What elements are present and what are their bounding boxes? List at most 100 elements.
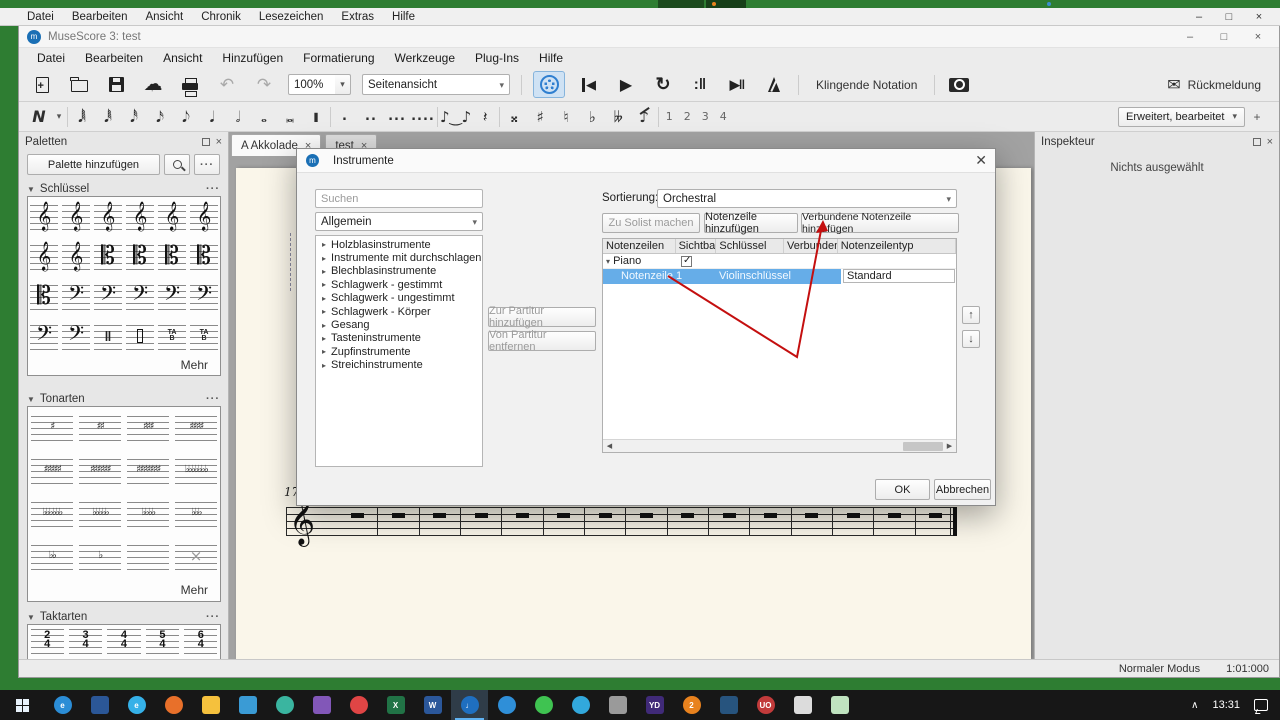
action-center-icon[interactable] (1254, 699, 1268, 711)
note-quarter-icon[interactable]: 𝅘𝅥 (200, 104, 224, 130)
clef-cell-5[interactable]: 𝄞 (156, 197, 188, 237)
category-tasteninstrumente[interactable]: ▸Tasteninstrumente (316, 332, 482, 345)
redo-icon[interactable] (251, 72, 277, 98)
clef-cell-20[interactable]: 𝄢 (60, 317, 92, 357)
category-streichinstrumente[interactable]: ▸Streichinstrumente (316, 359, 482, 372)
add-linked-staff-button[interactable]: Verbundene Notenzeile hinzufügen (801, 213, 959, 233)
clef-cell-19[interactable]: 𝄢 (28, 317, 60, 357)
taskbar-app-14[interactable] (488, 690, 525, 720)
clef-cell-3[interactable]: 𝄞 (92, 197, 124, 237)
category-schlagwerk-ungestimmt[interactable]: ▸Schlagwerk - ungestimmt (316, 292, 482, 305)
browser-menu-chronik[interactable]: Chronik (192, 8, 250, 26)
taskbar-app-uo[interactable]: UO (747, 690, 784, 720)
double-sharp-icon[interactable]: 𝄪 (502, 104, 526, 130)
expand-arrow-icon[interactable]: ▸ (322, 321, 326, 330)
clef-cell-9[interactable]: 𝄡 (92, 237, 124, 277)
clef-cell-4[interactable]: 𝄞 (124, 197, 156, 237)
staff[interactable]: 𝄞 (286, 507, 957, 536)
taskbar-app-17[interactable] (599, 690, 636, 720)
sharp-icon[interactable]: ♯ (528, 104, 552, 130)
dialog-titlebar[interactable]: m Instrumente (297, 149, 995, 173)
add-to-score-button[interactable]: Zur Partitur hinzufügen (488, 307, 596, 327)
expand-arrow-icon[interactable]: ▸ (322, 254, 326, 263)
cancel-button[interactable]: Abbrechen (934, 479, 991, 500)
note-16-icon[interactable]: 𝅘𝅥𝅯 (148, 104, 172, 130)
measure[interactable] (378, 507, 419, 536)
clef-cell-22[interactable] (124, 317, 156, 357)
zoom-dropdown-arrow[interactable]: ▾ (335, 74, 351, 95)
keysig-cell-10[interactable]: ♭♭♭♭♭ (76, 493, 124, 536)
expand-arrow-icon[interactable]: ▸ (322, 294, 326, 303)
clef-cell-2[interactable]: 𝄞 (60, 197, 92, 237)
measure[interactable] (792, 507, 833, 536)
taskbar-clock[interactable]: 13:31 (1212, 699, 1240, 711)
window-maximize-button[interactable]: □ (1207, 26, 1241, 48)
note-8-icon[interactable]: 𝅘𝅥𝅮 (174, 104, 198, 130)
section-menu-icon[interactable]: ··· (206, 183, 220, 195)
browser-menu-extras[interactable]: Extras (332, 8, 383, 26)
measure[interactable] (337, 507, 378, 536)
expand-arrow-icon[interactable]: ▸ (322, 240, 326, 249)
clefs-more-link[interactable]: Mehr (181, 358, 208, 372)
play-repeats-icon[interactable] (724, 72, 750, 98)
natural-icon[interactable]: ♮ (554, 104, 578, 130)
expand-arrow-icon[interactable]: ▸ (322, 280, 326, 289)
sort-select[interactable]: Orchestral (657, 189, 957, 208)
image-capture-icon[interactable] (946, 72, 972, 98)
add-workspace-button[interactable]: + (1249, 107, 1265, 127)
keysig-cell-4[interactable]: ♯♯♯♯ (172, 407, 220, 450)
undock-icon[interactable] (1253, 138, 1261, 146)
double-flat-icon[interactable]: 𝄫 (606, 104, 630, 130)
expand-arrow-icon[interactable]: ▸ (322, 267, 326, 276)
measure[interactable] (420, 507, 461, 536)
clef-cell-7[interactable]: 𝄞 (28, 237, 60, 277)
measure[interactable] (585, 507, 626, 536)
browser-close-button[interactable]: × (1244, 8, 1274, 26)
timesig-cell-5[interactable]: 64 (182, 625, 220, 657)
hidden-icons-chevron[interactable]: ∧ (1191, 700, 1198, 711)
note-whole-icon[interactable]: 𝅝 (252, 104, 276, 130)
clef-cell-8[interactable]: 𝄞 (60, 237, 92, 277)
collapse-arrow-icon[interactable]: ▼ (27, 613, 35, 622)
measure[interactable] (461, 507, 502, 536)
keysig-cell-14[interactable]: ♭ (76, 536, 124, 579)
clef-cell-14[interactable]: 𝄢 (60, 277, 92, 317)
window-minimize-button[interactable]: – (1173, 26, 1207, 48)
voice-2[interactable]: 2 (679, 104, 695, 130)
clef-cell-13[interactable]: 𝄡 (28, 277, 60, 317)
clef-cell-1[interactable]: 𝄞 (28, 197, 60, 237)
collapse-arrow-icon[interactable]: ▼ (27, 395, 35, 404)
browser-menu-bearbeiten[interactable]: Bearbeiten (63, 8, 137, 26)
ok-button[interactable]: OK (875, 479, 930, 500)
clef-cell-10[interactable]: 𝄡 (124, 237, 156, 277)
make-soloist-button[interactable]: Zu Solist machen (602, 213, 700, 233)
taskbar-app-excel[interactable]: X (377, 690, 414, 720)
clef-cell-24[interactable]: TAB (188, 317, 220, 357)
keysig-cell-3[interactable]: ♯♯♯ (124, 407, 172, 450)
palette-menu-button[interactable]: ··· (194, 154, 220, 175)
taskbar-app-6[interactable] (229, 690, 266, 720)
keysig-cell-6[interactable]: ♯♯♯♯♯♯ (76, 450, 124, 493)
taskbar-app-notepad[interactable] (821, 690, 858, 720)
expand-arrow-icon[interactable]: ▸ (322, 307, 326, 316)
section-timesig-title[interactable]: Taktarten (40, 611, 87, 623)
play-icon[interactable] (613, 72, 639, 98)
browser-minimize-button[interactable]: – (1184, 8, 1214, 26)
menu-plug-ins[interactable]: Plug-Ins (465, 48, 529, 68)
menu-formatierung[interactable]: Formatierung (293, 48, 384, 68)
keysig-more-link[interactable]: Mehr (181, 583, 208, 597)
expand-arrow-icon[interactable]: ▸ (322, 347, 326, 356)
add-staff-button[interactable]: Notenzeile hinzufügen (704, 213, 798, 233)
keysig-cell-5[interactable]: ♯♯♯♯♯ (28, 450, 76, 493)
taskbar-app-musescore[interactable]: ♩ (451, 690, 488, 720)
clef-cell-6[interactable]: 𝄞 (188, 197, 220, 237)
voice-1[interactable]: 1 (661, 104, 677, 130)
remove-from-score-button[interactable]: Von Partitur entfernen (488, 331, 596, 351)
publish-cloud-icon[interactable] (140, 72, 166, 98)
browser-maximize-button[interactable]: □ (1214, 8, 1244, 26)
taskbar-app-telegram[interactable] (562, 690, 599, 720)
open-icon[interactable] (66, 72, 92, 98)
clef-cell-23[interactable]: TAB (156, 317, 188, 357)
rewind-icon[interactable] (576, 72, 602, 98)
note-breve-icon[interactable]: 𝅜 (278, 104, 302, 130)
